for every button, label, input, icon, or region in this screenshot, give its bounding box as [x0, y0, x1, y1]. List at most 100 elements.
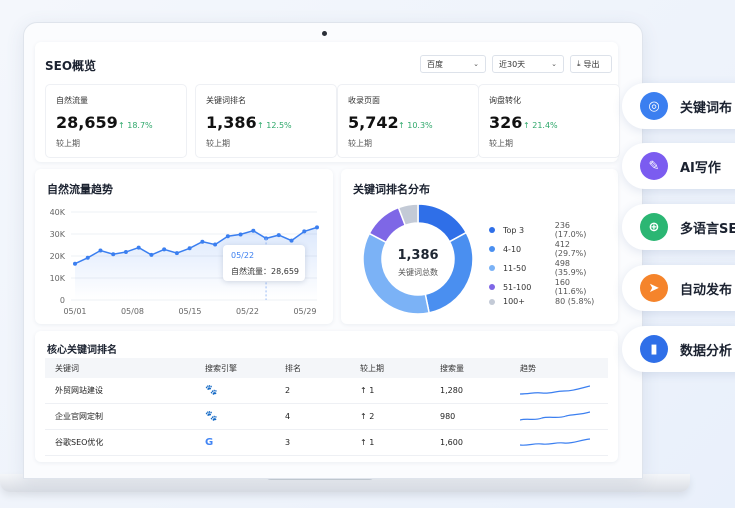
sparkline: [519, 384, 591, 395]
tooltip-date: 05/22: [231, 251, 255, 260]
table-row[interactable]: 谷歌SEO优化 G 3 ↑ 1 1,600: [45, 429, 608, 456]
feature-ai-writing[interactable]: ✎ AI写作: [622, 143, 735, 189]
kpi-card: 收录页面 5,742 ↑ 10.3% 较上期: [337, 84, 479, 158]
column-header: 关键词: [45, 358, 195, 378]
kpi-label: 自然流量: [56, 96, 88, 105]
legend-label: 100+: [503, 297, 525, 306]
y-tick-label: 0: [60, 296, 65, 305]
data-point: [276, 233, 281, 238]
feature-label: AI写作: [680, 160, 721, 176]
distribution-legend: Top 3 236 (17.0%) 4-10 412 (29.7%) 11-50 498 …: [489, 221, 604, 311]
column-header: 搜索引擎: [195, 358, 275, 378]
legend-item: Top 3 236 (17.0%): [489, 221, 604, 239]
legend-swatch: [489, 246, 495, 252]
data-point: [123, 250, 128, 255]
kpi-change: ↑ 21.4%: [523, 121, 558, 130]
rank-cell: 2: [275, 378, 350, 404]
table-row[interactable]: 企业官网定制 🐾 4 ↑ 2 980: [45, 403, 608, 430]
legend-swatch: [489, 265, 495, 271]
donut-center-label: 关键词总数: [398, 268, 438, 277]
engine-cell: 🐾: [195, 378, 275, 404]
engine-cell: 🐾: [195, 403, 275, 430]
keywords-title: 核心关键词排名: [47, 345, 117, 356]
trend-cell: [510, 429, 608, 456]
overview-panel: SEO概览 百度 ⌄ 近30天 ⌄ ⤓ 导出 自然流量 28,659 ↑ 18.7% …: [35, 42, 620, 162]
kpi-compare: 较上期: [348, 139, 372, 148]
kpi-value: 326: [489, 113, 523, 132]
x-tick-label: 05/01: [63, 307, 86, 316]
feature-data-analysis[interactable]: ▮ 数据分析: [622, 326, 735, 372]
data-point: [98, 248, 103, 253]
kpi-card: 自然流量 28,659 ↑ 18.7% 较上期: [45, 84, 187, 158]
google-icon: G: [205, 437, 214, 448]
feature-multilingual-seo[interactable]: ⊕ 多语言SE: [622, 204, 735, 250]
legend-value: 236 (17.0%): [554, 221, 587, 239]
chevron-down-icon: ⌄: [473, 60, 479, 68]
legend-item: 51-100 160 (11.6%): [489, 278, 604, 296]
change-cell: ↑ 1: [350, 429, 430, 456]
legend-value: 160 (11.6%): [554, 278, 587, 296]
legend-label: 11-50: [502, 263, 527, 273]
legend-value: 412 (29.7%): [554, 240, 587, 258]
x-tick-label: 05/08: [121, 307, 144, 316]
legend-value: 80 (5.8%): [555, 297, 595, 306]
kpi-value: 1,386: [206, 113, 257, 132]
table-header-row: 关键词 搜索引擎 排名 较上期 搜索量 趋势: [45, 358, 608, 378]
data-point: [315, 225, 319, 230]
volume-cell: 980: [430, 403, 510, 430]
export-label: 导出: [583, 59, 600, 69]
kpi-value: 5,742: [348, 113, 399, 132]
kpi-label: 询盘转化: [489, 96, 521, 105]
x-tick-label: 05/29: [293, 307, 316, 316]
data-point: [213, 242, 218, 247]
legend-label: 4-10: [502, 244, 522, 254]
kpi-compare: 较上期: [206, 139, 230, 148]
keywords-table: 关键词 搜索引擎 排名 较上期 搜索量 趋势 外贸网站建设 🐾 2 ↑ 1 1,…: [45, 358, 608, 456]
sparkline: [519, 437, 591, 446]
engine-cell: G: [195, 429, 275, 456]
data-point: [251, 228, 256, 233]
y-tick-label: 20K: [50, 252, 66, 261]
baidu-icon: 🐾: [205, 385, 218, 396]
kpi-compare: 较上期: [489, 139, 513, 148]
kpi-value: 28,659: [56, 113, 118, 132]
kpi-card: 关键词排名 1,386 ↑ 12.5% 较上期: [195, 84, 337, 158]
feature-label: 自动发布: [680, 282, 733, 298]
table-row[interactable]: 外贸网站建设 🐾 2 ↑ 1 1,280: [45, 378, 608, 404]
data-point: [73, 261, 77, 266]
target-icon: ◎: [640, 92, 668, 120]
change-cell: ↑ 1: [350, 378, 430, 404]
y-tick-label: 40K: [50, 208, 66, 217]
distribution-panel: 关键词排名分布 1,386 关键词总数 Top 3 236 (17.0%) 4-10…: [341, 169, 618, 324]
dashboard: SEO概览 百度 ⌄ 近30天 ⌄ ⤓ 导出 自然流量 28,659 ↑ 18.7% …: [35, 42, 620, 462]
globe-icon: ⊕: [640, 213, 668, 241]
data-point: [162, 247, 167, 252]
legend-swatch: [489, 284, 495, 290]
range-select[interactable]: 近30天 ⌄: [492, 55, 564, 73]
feature-label: 关键词布: [680, 100, 733, 116]
chart-tooltip: 05/22 自然流量：28,659: [223, 245, 305, 281]
legend-value: 498 (35.9%): [554, 259, 587, 277]
keyword-cell: 外贸网站建设: [45, 378, 195, 404]
trend-cell: [510, 403, 608, 430]
data-point: [85, 255, 90, 260]
feature-auto-publish[interactable]: ➤ 自动发布: [622, 265, 735, 311]
change-cell: ↑ 2: [350, 403, 430, 430]
donut-center-value: 1,386: [397, 248, 439, 263]
engine-select[interactable]: 百度 ⌄: [420, 55, 486, 73]
kpi-compare: 较上期: [56, 139, 80, 148]
legend-item: 4-10 412 (29.7%): [489, 240, 604, 258]
kpi-card: 询盘转化 326 ↑ 21.4% 较上期: [478, 84, 620, 158]
baidu-icon: 🐾: [205, 411, 218, 422]
sparkline: [519, 410, 591, 421]
x-tick-label: 05/22: [236, 307, 259, 316]
feature-keyword-layout[interactable]: ◎ 关键词布: [622, 83, 735, 129]
kpi-change: ↑ 12.5%: [257, 121, 292, 130]
engine-select-value: 百度: [427, 59, 443, 69]
bar-chart-icon: ▮: [640, 335, 668, 363]
kpi-label: 关键词排名: [206, 96, 246, 105]
data-point: [289, 238, 294, 243]
legend-label: 51-100: [502, 282, 532, 292]
export-button[interactable]: ⤓ 导出: [570, 55, 612, 73]
data-point: [149, 252, 154, 257]
